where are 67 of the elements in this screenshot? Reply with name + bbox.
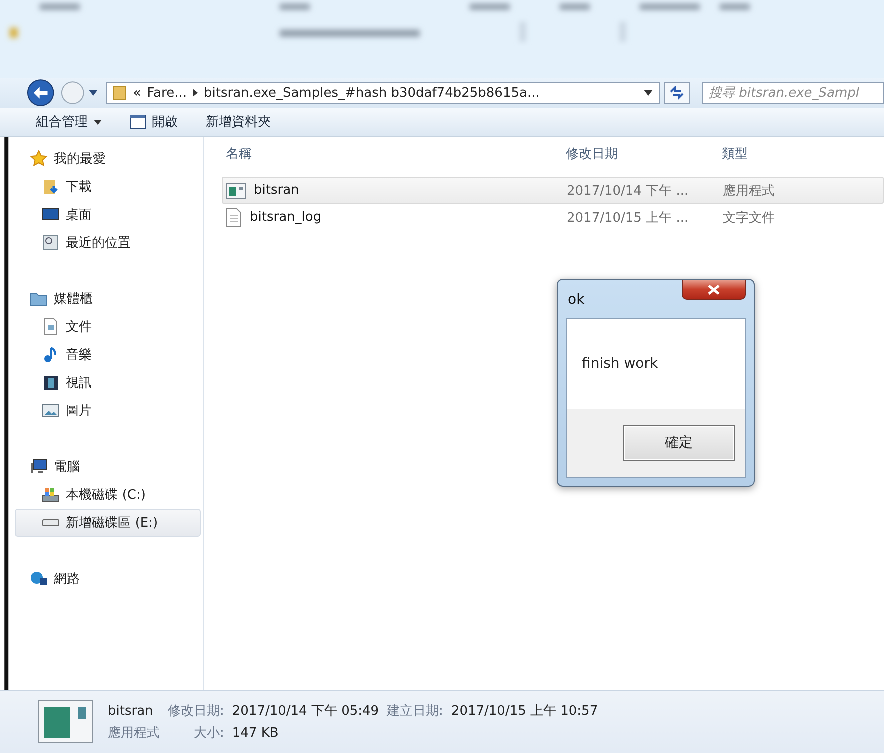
- overflow-chevron[interactable]: «: [133, 86, 142, 100]
- field-label: 修改日期:: [168, 703, 224, 720]
- dropdown-caret-icon[interactable]: [644, 90, 654, 96]
- application-icon: [226, 182, 246, 198]
- file-type: 文字文件: [722, 210, 776, 226]
- window-icon: [130, 115, 146, 129]
- sidebar-item[interactable]: 電腦: [15, 453, 201, 481]
- drive-icon: [42, 519, 60, 527]
- sidebar-item[interactable]: 下載: [15, 173, 201, 201]
- column-header[interactable]: 類型: [718, 145, 858, 163]
- history-caret-icon[interactable]: [89, 90, 98, 96]
- file-name: bitsran_log: [250, 210, 322, 225]
- sidebar-item[interactable]: 視訊: [15, 369, 201, 397]
- refresh-button[interactable]: [664, 82, 690, 104]
- ok-button[interactable]: 確定: [623, 425, 735, 461]
- file-name: bitsran: [254, 183, 300, 198]
- dialog-message: finish work: [582, 356, 658, 372]
- sidebar-item[interactable]: 新增磁碟區 (E:): [15, 509, 201, 537]
- field-value: 2017/10/14 下午 05:49: [232, 703, 380, 720]
- recent-places-icon: [42, 234, 60, 252]
- toolbar-button[interactable]: 開啟: [130, 113, 178, 131]
- field-label: 建立日期:: [387, 703, 444, 720]
- refresh-arrows-icon: [669, 86, 686, 100]
- address-bar[interactable]: « Fare... bitsran.exe_Samples_#hash b30daf74b25b8615a...: [106, 82, 660, 104]
- file-name: bitsran: [108, 704, 154, 718]
- close-button[interactable]: [682, 280, 746, 300]
- file-type: 應用程式: [722, 182, 776, 200]
- document-icon: [42, 318, 60, 336]
- field-value: 2017/10/15 上午 10:57: [451, 703, 598, 720]
- modified-date: 2017/10/14 下午 ...: [566, 182, 690, 200]
- file-row[interactable]: bitsran_log 2017/10/15 上午 ... 文字文件: [222, 204, 884, 231]
- picture-icon: [42, 402, 60, 420]
- application-icon: [38, 700, 94, 744]
- chevron-icon: [192, 89, 198, 97]
- dialog-title: ok: [568, 292, 585, 308]
- caret-icon: [94, 120, 102, 124]
- computer-icon: [30, 458, 48, 476]
- text-file-icon: [226, 208, 242, 228]
- breadcrumb[interactable]: Fare...: [147, 86, 187, 100]
- modified-date: 2017/10/15 上午 ...: [566, 210, 690, 226]
- search-field[interactable]: 搜尋 bitsran.exe_Sampl: [702, 82, 884, 104]
- field-label: 大小:: [194, 725, 224, 742]
- sidebar-item[interactable]: 我的最愛: [15, 145, 201, 173]
- sidebar-item[interactable]: 文件: [15, 313, 201, 341]
- sidebar-item[interactable]: 媒體櫃: [15, 285, 201, 313]
- star-icon: [30, 150, 48, 168]
- sidebar-item[interactable]: 網路: [15, 565, 201, 593]
- field-value: 147 KB: [232, 726, 280, 740]
- folder-download-icon: [42, 178, 60, 196]
- breadcrumb[interactable]: bitsran.exe_Samples_#hash b30daf74b25b8615a...: [204, 86, 540, 100]
- sidebar-item[interactable]: 最近的位置: [15, 229, 201, 257]
- film-icon: [42, 374, 60, 392]
- sidebar-item[interactable]: 本機磁碟 (C:): [15, 481, 201, 509]
- sidebar-item[interactable]: 圖片: [15, 397, 201, 425]
- file-type: 應用程式: [108, 725, 160, 742]
- folder-icon: [113, 85, 128, 101]
- toolbar-button[interactable]: 新增資料夾: [206, 113, 271, 131]
- column-header[interactable]: 修改日期: [562, 145, 718, 163]
- sidebar-item[interactable]: 音樂: [15, 341, 201, 369]
- sidebar-item[interactable]: 桌面: [15, 201, 201, 229]
- back-button[interactable]: [26, 78, 56, 108]
- file-row[interactable]: bitsran 2017/10/14 下午 ... 應用程式: [222, 177, 884, 204]
- toolbar-button[interactable]: 組合管理: [36, 113, 102, 131]
- drive-icon: [42, 486, 60, 504]
- network-icon: [30, 570, 48, 588]
- column-header[interactable]: 名稱: [222, 145, 562, 163]
- close-icon: [708, 284, 720, 294]
